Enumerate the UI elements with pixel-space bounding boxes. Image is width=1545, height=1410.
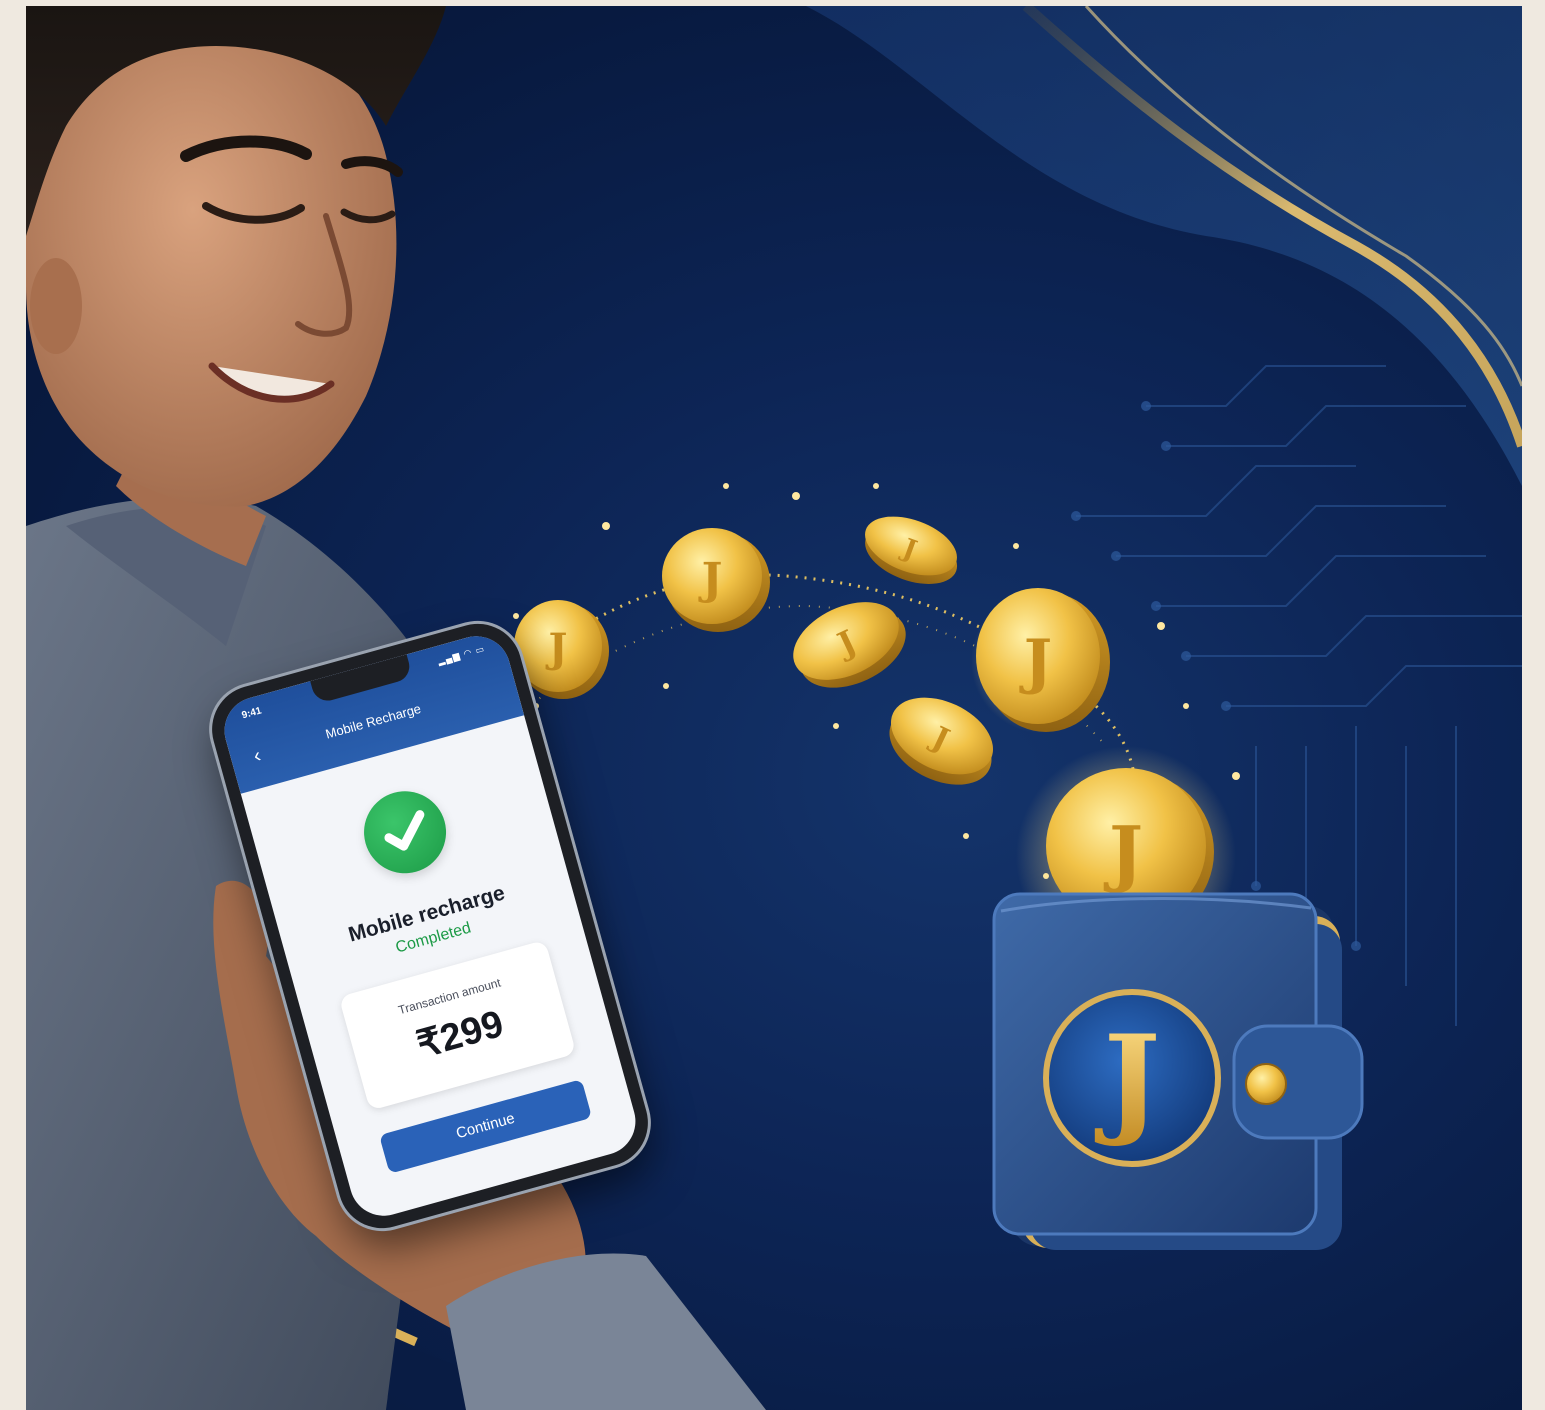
status-time: 9:41 xyxy=(240,705,263,722)
amount-card: Transaction amount ₹299 xyxy=(338,939,577,1111)
coin-6: J xyxy=(971,588,1111,733)
svg-text:J: J xyxy=(1019,627,1052,697)
battery-icon: ▭ xyxy=(474,643,487,656)
header-title: Mobile Recharge xyxy=(323,700,423,742)
coin-4: J xyxy=(865,516,958,584)
svg-text:J: J xyxy=(546,625,568,672)
wallet-icon: J xyxy=(992,892,1364,1250)
status-icons: ▂▄▆ ◠ ▭ xyxy=(437,643,487,667)
coin-2: J xyxy=(514,600,609,699)
coin-5: J xyxy=(793,602,906,688)
coin-3: J xyxy=(662,528,770,632)
signal-icon: ▂▄▆ xyxy=(436,650,462,667)
svg-text:J: J xyxy=(1095,1009,1161,1150)
wifi-icon: ◠ xyxy=(462,646,474,659)
svg-text:J: J xyxy=(698,554,723,605)
svg-text:J: J xyxy=(1103,810,1143,895)
check-circle-icon xyxy=(354,781,456,883)
promo-poster: J J J J J J J J 9:41 ▂▄▆ ◠ ▭ ‹ Mobile Re… xyxy=(26,6,1522,1410)
